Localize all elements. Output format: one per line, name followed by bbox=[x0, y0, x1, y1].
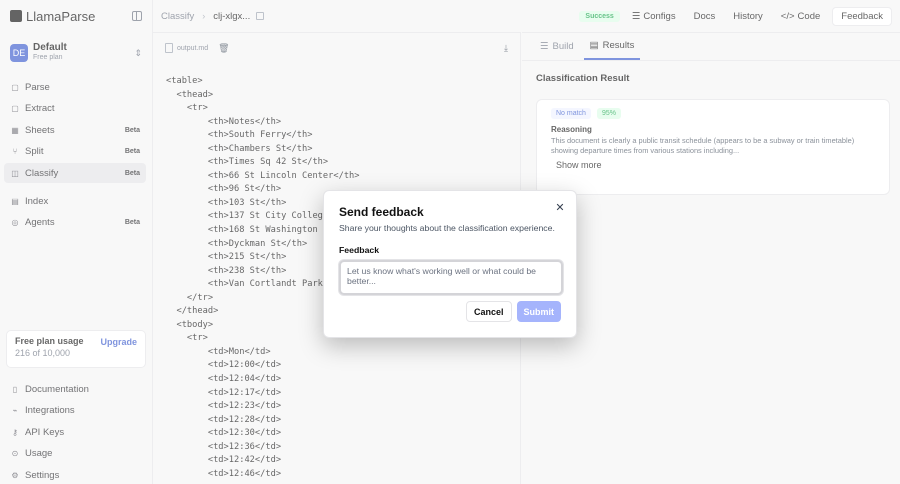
feedback-label: Feedback bbox=[339, 245, 380, 255]
feedback-textarea[interactable] bbox=[339, 260, 563, 295]
feedback-dialog: Send feedback Share your thoughts about … bbox=[323, 190, 577, 338]
cancel-button[interactable]: Cancel bbox=[465, 301, 512, 322]
dialog-title: Send feedback bbox=[339, 205, 424, 219]
submit-button[interactable]: Submit bbox=[516, 301, 561, 322]
dialog-subtitle: Share your thoughts about the classifica… bbox=[339, 223, 555, 233]
close-icon[interactable]: ✕ bbox=[554, 201, 566, 214]
